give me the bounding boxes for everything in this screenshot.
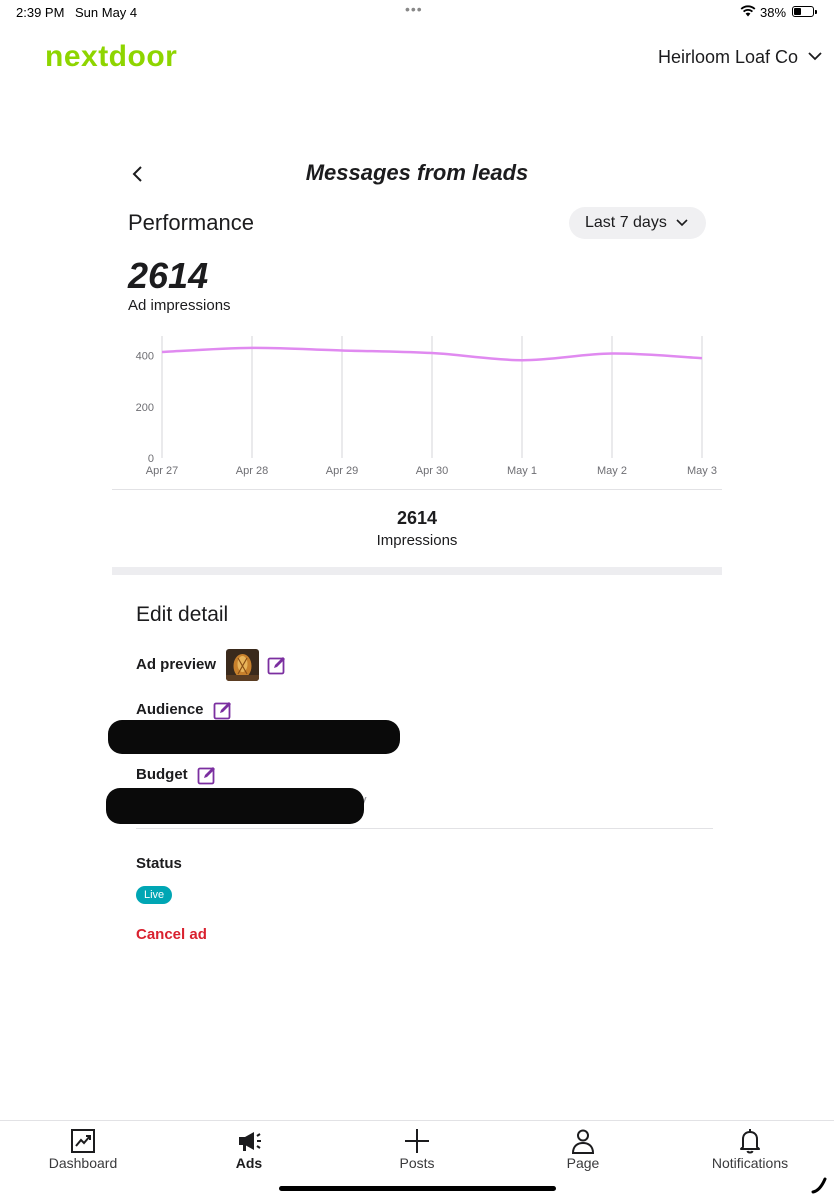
edit-audience-icon[interactable] [213, 700, 233, 720]
budget-label: Budget [136, 766, 188, 783]
x-tick-label: May 2 [597, 465, 627, 477]
edit-ad-preview-icon[interactable] [267, 655, 287, 675]
megaphone-icon [235, 1127, 263, 1155]
pencil-corner-icon [810, 1176, 828, 1194]
x-tick-label: Apr 28 [236, 465, 268, 477]
chevron-down-icon [676, 219, 688, 227]
page-title: Messages from leads [0, 160, 834, 186]
audience-label: Audience [136, 701, 204, 718]
status-bar: 2:39 PM Sun May 4 ••• 38% [0, 0, 834, 24]
tab-label: Notifications [690, 1155, 810, 1171]
x-tick-label: Apr 30 [416, 465, 448, 477]
edit-budget-icon[interactable] [197, 765, 217, 785]
redacted-audience [108, 720, 400, 754]
x-tick-label: May 3 [687, 465, 717, 477]
bell-icon [736, 1127, 764, 1155]
tab-page[interactable]: Page [523, 1127, 643, 1177]
divider [136, 828, 713, 829]
ad-preview-thumbnail[interactable] [226, 649, 259, 681]
chart-icon [69, 1127, 97, 1155]
tab-ads[interactable]: Ads [189, 1127, 309, 1177]
x-tick-label: Apr 27 [146, 465, 178, 477]
home-indicator [279, 1186, 556, 1191]
date-range-select[interactable]: Last 7 days [569, 207, 706, 239]
impressions-total-label: Ad impressions [128, 297, 231, 314]
cancel-ad-button[interactable]: Cancel ad [136, 926, 207, 943]
nextdoor-logo[interactable]: nextdoor [45, 40, 177, 74]
y-tick-label: 400 [136, 351, 154, 363]
chevron-down-icon[interactable] [808, 52, 822, 61]
plus-icon [403, 1127, 431, 1155]
tab-label: Posts [357, 1155, 477, 1171]
account-switcher-name[interactable]: Heirloom Loaf Co [658, 47, 798, 68]
status-label: Status [136, 855, 182, 872]
divider [112, 489, 722, 490]
tab-label: Dashboard [23, 1155, 143, 1171]
tab-label: Page [523, 1155, 643, 1171]
y-tick-label: 200 [136, 402, 154, 414]
status-date: Sun May 4 [75, 5, 137, 20]
y-tick-label: 0 [148, 453, 154, 465]
impressions-summary-label: Impressions [0, 532, 834, 549]
status-badge: Live [136, 886, 172, 904]
person-icon [569, 1127, 597, 1155]
battery-percent: 38% [760, 5, 786, 20]
redacted-budget [106, 788, 364, 824]
section-divider [112, 567, 722, 575]
impressions-total: 2614 [128, 255, 208, 297]
ellipsis-icon[interactable]: ••• [405, 1, 423, 17]
tab-posts[interactable]: Posts [357, 1127, 477, 1177]
edit-detail-heading: Edit detail [136, 603, 228, 627]
performance-heading: Performance [128, 210, 254, 236]
wifi-icon [740, 5, 756, 20]
impressions-line-chart: 0 200 400 Apr 27 Apr 28 Apr 29 Apr 30 May 1 May … [112, 330, 722, 480]
x-tick-label: Apr 29 [326, 465, 358, 477]
tab-notifications[interactable]: Notifications [690, 1127, 810, 1177]
status-time: 2:39 PM [16, 5, 64, 20]
battery-icon [792, 6, 814, 17]
date-range-label: Last 7 days [585, 214, 667, 232]
x-tick-label: May 1 [507, 465, 537, 477]
ad-preview-label: Ad preview [136, 656, 216, 673]
tab-label: Ads [189, 1155, 309, 1171]
tab-dashboard[interactable]: Dashboard [23, 1127, 143, 1177]
impressions-summary-value: 2614 [0, 508, 834, 529]
